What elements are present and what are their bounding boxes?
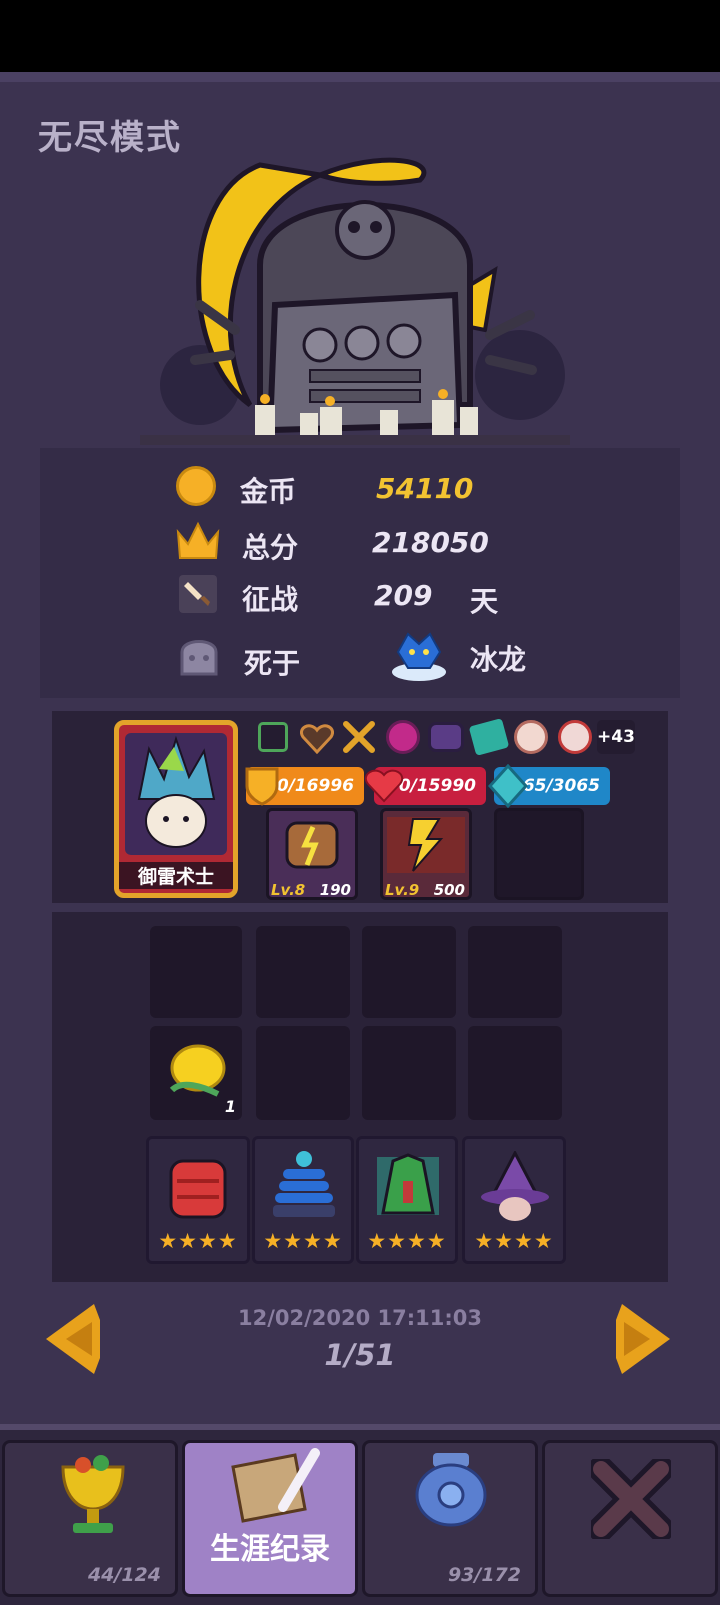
inventory-slot-3[interactable] [362,926,456,1018]
heart-item-icon[interactable] [300,722,334,755]
lightning-strike-icon [387,817,465,873]
lemon-count: 1 [224,1097,236,1116]
golden-chalice-icon [61,1455,125,1533]
magic-ring-icon[interactable] [386,720,420,754]
career-record-label: 生涯纪录 [210,1532,330,1567]
tombstone-icon [180,640,218,676]
inventory-slot-1[interactable] [150,926,242,1018]
lemon-icon [169,1044,226,1097]
skill-1-level: Lv.8 [271,881,306,899]
trophies-count: 44/124 [87,1564,161,1586]
green-cloak-icon [377,1153,439,1215]
gold-label: 金币 [240,475,297,508]
crossed-swords-icon[interactable] [342,720,376,754]
skill-slot-2[interactable]: Lv.9 500 [380,808,472,900]
tab-trophies[interactable]: 44/124 [2,1440,178,1597]
score-value: 218050 [372,526,489,559]
tab-collection[interactable]: 93/172 [362,1440,538,1597]
gold-value: 54110 [376,472,474,505]
collection-count: 93/172 [447,1564,521,1586]
previous-page-arrow-icon[interactable] [42,1300,108,1378]
hero-name: 御雷术士 [119,862,233,889]
tombstone-illustration [140,157,570,445]
next-page-arrow-icon[interactable] [608,1300,674,1378]
record-timestamp: 12/02/2020 17:11:03 [237,1306,482,1330]
helmet-icon[interactable] [428,722,464,752]
skill-slot-1[interactable]: Lv.8 190 [266,808,358,900]
thunder-fist-icon [285,821,339,869]
ice-dragon-icon [392,632,446,681]
relic-slot-4[interactable]: ★★★★ [462,1136,566,1264]
relic-3-stars: ★★★★ [367,1229,447,1253]
shield-icon [245,767,279,806]
more-items-badge[interactable]: +43 [597,720,635,754]
close-button[interactable] [542,1440,718,1597]
campaign-label: 征战 [242,583,299,616]
pentagram-badge-icon[interactable] [558,720,592,754]
score-label: 总分 [242,531,299,564]
skill-slot-3-empty[interactable] [494,808,584,900]
blue-urn-icon [415,1453,487,1527]
died-by: 冰龙 [470,643,527,676]
sword-icon [179,575,217,613]
inventory-slot-7[interactable] [362,1026,456,1120]
blue-spring-icon [273,1151,335,1217]
skill-2-value: 500 [433,881,465,899]
campaign-unit: 天 [470,585,499,618]
stats-panel [40,448,680,698]
relic-2-stars: ★★★★ [263,1229,343,1253]
inventory-slot-5[interactable]: 1 [150,1026,242,1120]
page-title: 无尽模式 [38,118,182,158]
inventory-slot-2[interactable] [256,926,350,1018]
relic-1-stars: ★★★★ [158,1229,238,1253]
campaign-days: 209 [374,579,433,612]
relic-slot-2[interactable]: ★★★★ [252,1136,354,1264]
cross-badge-icon[interactable] [514,720,548,754]
relic-slot-1[interactable]: ★★★★ [146,1136,250,1264]
relic-slot-3[interactable]: ★★★★ [356,1136,458,1264]
died-label: 死于 [244,647,301,680]
page-indicator: 1/51 [324,1338,396,1372]
mana-crystal-icon [488,764,528,808]
skill-2-level: Lv.9 [385,881,420,899]
warlock-portrait [125,733,227,855]
inventory-slot-6[interactable] [256,1026,350,1120]
scroll-quill-icon [231,1448,320,1523]
witch-hat-icon [481,1151,549,1221]
inventory-slot-4[interactable] [468,926,562,1018]
gold-coin-icon [176,466,216,506]
heart-icon [365,769,403,803]
crown-icon [176,521,220,559]
skill-1-value: 190 [319,881,351,899]
item-slot-1[interactable] [258,722,288,752]
inventory-slot-8[interactable] [468,1026,562,1120]
close-icon [591,1459,671,1539]
red-backpack-icon [169,1159,227,1219]
hero-portrait-card[interactable]: 御雷术士 [114,720,238,898]
tab-career-record[interactable]: 生涯纪录 [182,1440,358,1597]
relic-4-stars: ★★★★ [474,1229,554,1253]
